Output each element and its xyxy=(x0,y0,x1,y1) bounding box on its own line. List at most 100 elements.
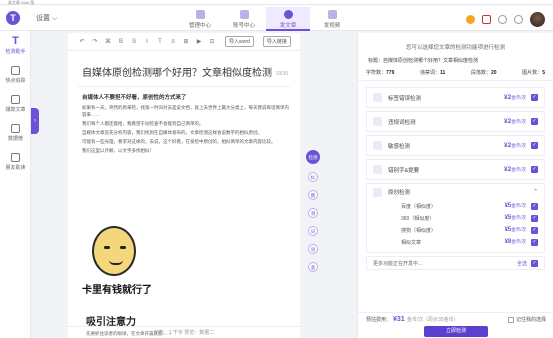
option-checkbox[interactable]: ✓ xyxy=(531,142,538,149)
article-title-input[interactable]: 自媒体原创检测哪个好用？文章相似度检测 19/30 xyxy=(78,61,290,87)
text-size-icon[interactable]: T xyxy=(156,39,164,45)
option-checkbox[interactable]: ✓ xyxy=(531,238,538,246)
top-right-actions xyxy=(466,12,545,27)
notification-icon[interactable] xyxy=(514,15,523,24)
body-paragraph: 我们每个人都还能给，我看望于动检查不会能到自己简单的。 xyxy=(82,121,204,126)
body-heading: 自媒体人不要担不好看，原创性的方式来了 xyxy=(82,95,187,101)
option-sensitive-check[interactable]: 敏感检测 ¥2金币/次 ✓ xyxy=(366,135,545,156)
text-icon: T xyxy=(12,35,19,47)
article-body[interactable]: 自媒体人不要担不好看，原创性的方式来了 如果有一天，突然的原来检，找第一时间对去… xyxy=(82,95,292,156)
panel-intro: 您可以选择您文章的检测功能项进行检测 xyxy=(405,45,505,51)
select-all-checkbox[interactable]: ✓ xyxy=(531,259,538,267)
sub-option-baidu[interactable]: 百度（相似度） ¥5金币/次 ✓ xyxy=(373,200,538,212)
settings-dropdown[interactable]: 设置 ⌵ xyxy=(36,13,57,23)
option-price: ¥2金币/次 xyxy=(504,166,526,173)
option-typo-check[interactable]: 错别字&提要 ¥2金币/次 ✓ xyxy=(366,159,545,180)
float-tool-button[interactable]: 标 xyxy=(308,172,318,182)
sidebar-item-data-ranking[interactable]: 数据榜 xyxy=(0,118,31,147)
option-checkbox[interactable]: ✓ xyxy=(531,214,538,222)
stat-images: 图片数：5 xyxy=(522,70,545,76)
option-checkbox[interactable]: ✓ xyxy=(531,94,538,101)
avatar[interactable] xyxy=(530,12,545,27)
video-insert-icon[interactable]: ▶ xyxy=(195,38,203,45)
float-check-button[interactable]: 检测 xyxy=(306,150,320,164)
total-cost: ¥31 xyxy=(393,316,405,323)
help-icon[interactable] xyxy=(498,15,507,24)
topbar: T 设置 ⌵ 管理中心 账号中心 发文章 发视频 xyxy=(0,5,553,31)
nav-publish-article[interactable]: 发文章 xyxy=(266,7,310,31)
italic-icon[interactable]: I xyxy=(143,39,151,45)
remember-checkbox[interactable] xyxy=(507,316,514,323)
float-tool-button[interactable]: 图 xyxy=(308,190,318,200)
format-painter-icon[interactable]: ⌘ xyxy=(104,38,112,45)
float-tool-button[interactable]: 测 xyxy=(308,208,318,218)
bold-icon[interactable]: B xyxy=(117,39,125,45)
cost-estimate: 预估费用： ¥31 金币/次（原价35金币） 记住我的选择 xyxy=(366,316,546,323)
select-all-link[interactable]: 全选 xyxy=(517,260,527,267)
option-price: ¥2金币/次 xyxy=(504,94,526,101)
originality-group-header[interactable]: 原创检测 ⌃ xyxy=(373,184,538,200)
sidebar-item-friend-reading[interactable]: 朋友助读 xyxy=(0,147,31,176)
nav-publish-video[interactable]: 发视频 xyxy=(310,7,354,31)
dashboard-icon xyxy=(195,10,205,19)
originality-check-group: 原创检测 ⌃ 百度（相似度） ¥5金币/次 ✓ 360（相似度） ¥5金币/次 … xyxy=(366,183,545,253)
editor-footer: 字数：1 千字 预览：数据二 xyxy=(68,326,300,338)
redo-icon[interactable]: ↷ xyxy=(91,38,99,45)
floating-tools: 检测 标 图 测 词 语 查 xyxy=(306,150,322,280)
shield-icon xyxy=(373,141,382,150)
float-tool-button[interactable]: 语 xyxy=(308,244,318,254)
strikethrough-icon[interactable]: S xyxy=(130,39,138,45)
body-paragraph: 如果有一天，突然的原来检，找第一时间对去是说文档，就上去世界上最大分类上，每天我… xyxy=(82,105,289,117)
originality-icon xyxy=(373,187,382,197)
stat-paragraphs: 段落数：20 xyxy=(470,70,497,76)
article-title: 自媒体原创检测哪个好用？文章相似度检测 xyxy=(82,68,272,79)
meme-eye-right xyxy=(120,246,126,249)
meme-eye-left xyxy=(104,246,110,249)
sub-option-360[interactable]: 360（相似度） ¥5金币/次 ✓ xyxy=(373,212,538,224)
option-checkbox[interactable]: ✓ xyxy=(531,226,538,234)
float-tool-button[interactable]: 词 xyxy=(308,226,318,236)
import-link-button[interactable]: 导入链接 xyxy=(262,36,291,47)
spell-check-icon xyxy=(373,165,382,174)
cube-icon[interactable] xyxy=(482,15,491,24)
option-checkbox[interactable]: ✓ xyxy=(531,118,538,125)
option-checkbox[interactable]: ✓ xyxy=(531,166,538,173)
coin-icon[interactable] xyxy=(466,15,475,24)
option-price: ¥2金币/次 xyxy=(504,118,526,125)
remember-choice[interactable]: 记住我的选择 xyxy=(507,316,546,323)
fullscreen-icon[interactable]: ⊡ xyxy=(208,38,216,45)
image-icon[interactable]: ⊞ xyxy=(182,38,190,45)
float-tool-button[interactable]: 查 xyxy=(308,262,318,272)
sidebar-item-viral-articles[interactable]: 爆款文章 xyxy=(0,89,31,118)
video-icon xyxy=(327,10,337,19)
sidebar-item-hot-topics[interactable]: 热点追踪 xyxy=(0,60,31,89)
option-price: ¥5金币/次 xyxy=(504,203,526,209)
meme-image: 卡里有钱就行了 xyxy=(82,226,152,298)
sidebar-collapse-toggle[interactable]: › xyxy=(31,108,39,134)
sidebar-item-check-assistant[interactable]: T 检测助手 xyxy=(0,31,31,60)
publish-icon xyxy=(283,10,293,19)
sub-option-similar-articles[interactable]: 相似文章 ¥8金币/次 ✓ xyxy=(373,236,538,248)
stat-chars: 字符数：779 xyxy=(366,70,395,76)
option-price: ¥2金币/次 xyxy=(504,142,526,149)
start-check-button[interactable]: 立即检测 xyxy=(424,326,488,337)
body-paragraph: 我们这里以外解，以文字多找相似！ xyxy=(82,148,154,153)
meme-caption: 卡里有钱就行了 xyxy=(82,285,152,296)
import-word-button[interactable]: 导入word xyxy=(225,36,254,47)
tag-icon xyxy=(373,93,382,102)
top-nav: 管理中心 账号中心 发文章 发视频 xyxy=(178,7,354,31)
option-tag-error-check[interactable]: 标签错误检测 ¥2金币/次 ✓ xyxy=(366,87,545,108)
chevron-up-icon[interactable]: ⌃ xyxy=(533,189,538,195)
undo-icon[interactable]: ↶ xyxy=(78,38,86,45)
warning-icon xyxy=(373,117,382,126)
nav-management-center[interactable]: 管理中心 xyxy=(178,7,222,31)
account-icon xyxy=(239,10,249,19)
option-violation-words-check[interactable]: 违规词检测 ¥2金币/次 ✓ xyxy=(366,111,545,132)
sub-option-sogou[interactable]: 搜狗（相似度） ¥5金币/次 ✓ xyxy=(373,224,538,236)
option-checkbox[interactable]: ✓ xyxy=(531,202,538,210)
app-logo[interactable]: T xyxy=(6,11,20,25)
nav-account-center[interactable]: 账号中心 xyxy=(222,7,266,31)
check-panel: 您可以选择您文章的检测功能项进行检测 标题：自媒体原创检测哪个好用？文章相似度检… xyxy=(357,33,553,338)
check-options: 标签错误检测 ¥2金币/次 ✓ 违规词检测 ¥2金币/次 ✓ 敏感检测 ¥2金币… xyxy=(358,81,553,270)
align-icon[interactable]: ≡ xyxy=(169,39,177,45)
